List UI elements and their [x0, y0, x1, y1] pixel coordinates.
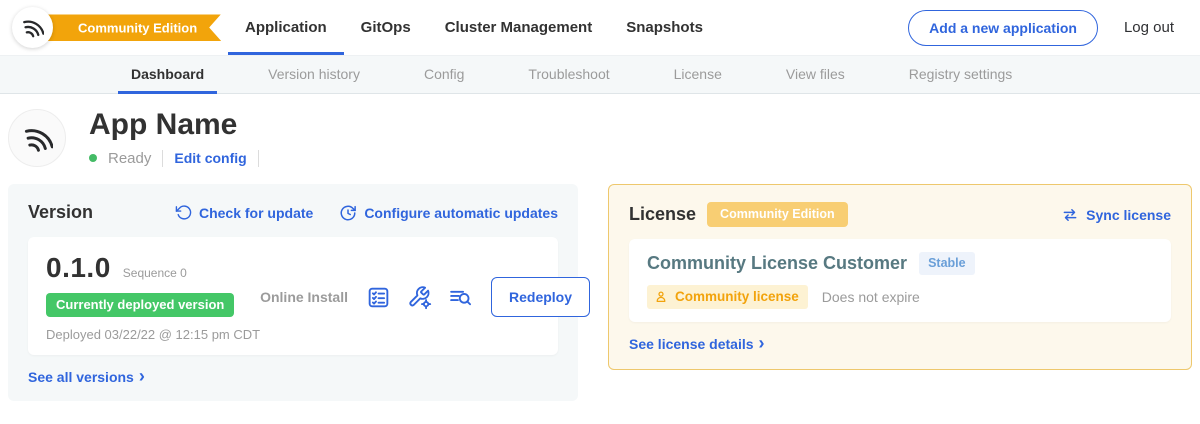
version-number: 0.1.0	[46, 252, 111, 284]
community-edition-badge: Community Edition	[707, 202, 848, 227]
redeploy-button[interactable]: Redeploy	[491, 277, 590, 317]
person-icon	[654, 290, 668, 304]
primary-nav: Application GitOps Cluster Management Sn…	[228, 0, 720, 55]
sequence-label: Sequence 0	[123, 266, 187, 280]
tab-snapshots[interactable]: Snapshots	[609, 0, 720, 55]
dashboard-cards: Version Check for update	[0, 167, 1200, 401]
release-notes-icon[interactable]	[366, 285, 391, 310]
tab-application[interactable]: Application	[228, 0, 344, 55]
app-logo-icon	[22, 123, 53, 154]
license-expiration: Does not expire	[822, 289, 920, 305]
view-logs-icon[interactable]	[448, 285, 473, 310]
deployed-timestamp: Deployed 03/22/22 @ 12:15 pm CDT	[46, 327, 260, 342]
top-header: Community Edition Application GitOps Clu…	[0, 0, 1200, 56]
channel-badge: Stable	[919, 252, 975, 275]
subnav-view-files[interactable]: View files	[773, 56, 858, 94]
subnav-troubleshoot[interactable]: Troubleshoot	[515, 56, 622, 94]
sync-license-link[interactable]: Sync license	[1061, 206, 1171, 224]
replicated-logo-icon	[21, 16, 44, 39]
license-type-badge: Community license	[647, 285, 808, 309]
divider	[258, 150, 259, 167]
sync-arrows-icon	[1061, 206, 1079, 224]
currently-deployed-badge: Currently deployed version	[46, 293, 234, 317]
license-details-panel: Community License Customer Stable Commun…	[629, 239, 1171, 322]
version-card-header: Version Check for update	[28, 202, 558, 223]
subnav-config[interactable]: Config	[411, 56, 477, 94]
customer-row: Community License Customer Stable	[647, 252, 1153, 275]
edition-ribbon-badge: Community Edition	[36, 14, 221, 41]
app-avatar	[8, 109, 66, 167]
subnav-dashboard[interactable]: Dashboard	[118, 56, 217, 94]
app-status-row: Ready Edit config	[89, 150, 259, 167]
version-actions: Online Install	[260, 277, 590, 317]
chevron-right-icon: ›	[759, 337, 765, 349]
subnav-registry-settings[interactable]: Registry settings	[896, 56, 1025, 94]
license-meta-row: Community license Does not expire	[647, 285, 1153, 309]
header-actions: Add a new application Log out	[908, 0, 1174, 55]
subnav-license[interactable]: License	[661, 56, 735, 94]
version-line: 0.1.0 Sequence 0	[46, 252, 260, 284]
version-info: 0.1.0 Sequence 0 Currently deployed vers…	[46, 252, 260, 342]
app-header-text: App Name Ready Edit config	[89, 109, 259, 167]
status-badge: Ready	[108, 150, 151, 167]
check-for-update-link[interactable]: Check for update	[175, 204, 313, 221]
update-schedule-icon	[339, 204, 357, 222]
config-wrench-icon[interactable]	[407, 285, 432, 310]
app-subnav: Dashboard Version history Config Trouble…	[0, 56, 1200, 94]
configure-automatic-updates-link[interactable]: Configure automatic updates	[339, 204, 558, 222]
divider	[162, 150, 163, 167]
tab-cluster-management[interactable]: Cluster Management	[428, 0, 610, 55]
version-card: Version Check for update	[8, 184, 578, 401]
subnav-version-history[interactable]: Version history	[255, 56, 373, 94]
page-title: App Name	[89, 109, 259, 141]
logout-link[interactable]: Log out	[1124, 19, 1174, 36]
add-new-application-button[interactable]: Add a new application	[908, 10, 1098, 46]
license-card: License Community Edition Sync license C…	[608, 184, 1192, 370]
license-card-title: License	[629, 204, 696, 225]
install-type-label: Online Install	[260, 289, 348, 305]
see-all-versions-link[interactable]: See all versions ›	[28, 369, 145, 385]
chevron-right-icon: ›	[139, 370, 145, 382]
status-dot-icon	[89, 154, 97, 162]
app-header: App Name Ready Edit config	[0, 94, 1200, 167]
customer-name: Community License Customer	[647, 253, 907, 274]
brand-block: Community Edition	[12, 0, 220, 55]
replicated-logo-circle[interactable]	[12, 7, 53, 48]
see-license-details-link[interactable]: See license details ›	[629, 336, 765, 352]
current-version-panel: 0.1.0 Sequence 0 Currently deployed vers…	[28, 237, 558, 355]
version-card-title: Version	[28, 202, 93, 223]
edit-config-link[interactable]: Edit config	[174, 150, 246, 166]
refresh-icon	[175, 204, 192, 221]
license-card-header: License Community Edition Sync license	[629, 202, 1171, 227]
tab-gitops[interactable]: GitOps	[344, 0, 428, 55]
